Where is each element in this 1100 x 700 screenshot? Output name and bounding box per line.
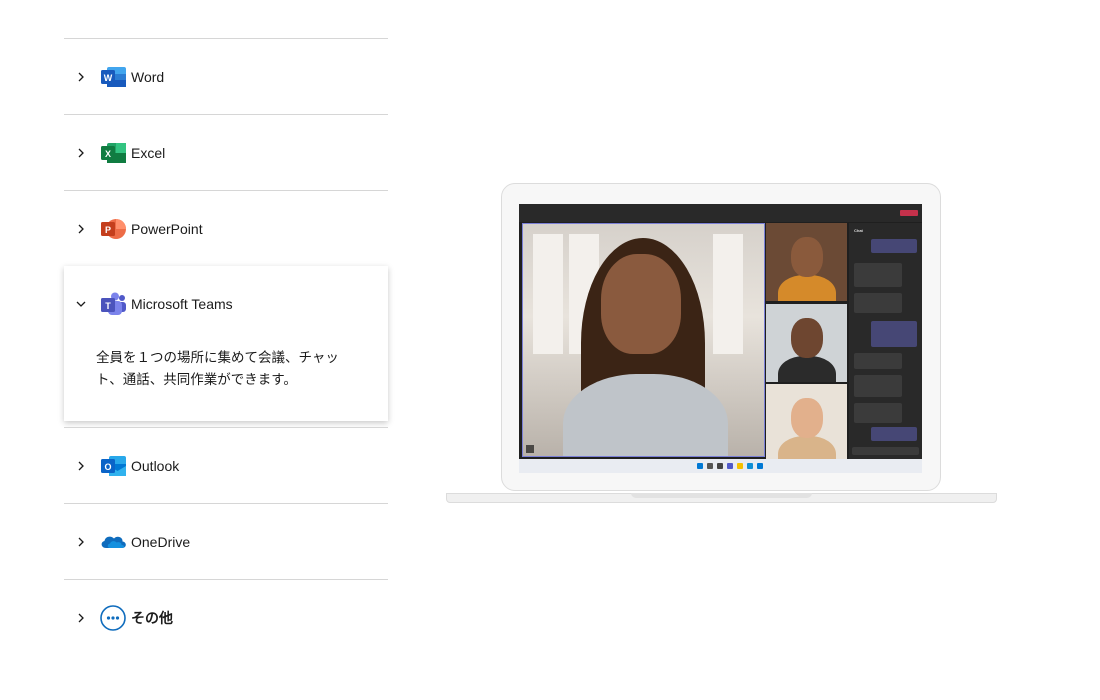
accordion-header-outlook[interactable]: O Outlook: [64, 428, 388, 503]
tile-body: [778, 275, 836, 301]
store-icon: [757, 463, 763, 469]
accordion-item-other[interactable]: その他: [64, 579, 388, 655]
leave-button: [900, 210, 918, 216]
chevron-right-icon: [64, 612, 98, 624]
tile-body: [778, 356, 836, 382]
laptop-illustration: Chat: [446, 183, 997, 505]
accordion-label-word: Word: [131, 68, 165, 85]
svg-text:W: W: [104, 73, 113, 83]
participant-tile: [766, 384, 847, 462]
svg-text:P: P: [105, 225, 111, 235]
chevron-right-icon: [64, 536, 98, 548]
edge-icon: [747, 463, 753, 469]
chat-bubble: [871, 239, 917, 253]
teams-taskbar-icon: [727, 463, 733, 469]
laptop-lid: Chat: [501, 183, 941, 491]
chat-bubble: [854, 375, 902, 397]
participant-tile: [766, 223, 847, 301]
chevron-right-icon: [64, 460, 98, 472]
accordion-label-powerpoint: PowerPoint: [131, 220, 203, 237]
taskview-icon: [717, 463, 723, 469]
accordion-item-powerpoint[interactable]: P PowerPoint: [64, 190, 388, 266]
chevron-right-icon: [64, 71, 98, 83]
accordion-header-word[interactable]: W Word: [64, 39, 388, 114]
excel-icon: X: [98, 138, 128, 168]
chevron-down-icon: [64, 298, 98, 310]
accordion-label-excel: Excel: [131, 144, 166, 161]
folder-icon: [737, 463, 743, 469]
chat-bubble: [871, 427, 917, 441]
accordion-label-other: その他: [131, 609, 173, 626]
outlook-icon: O: [98, 451, 128, 481]
accordion-header-teams[interactable]: T Microsoft Teams: [64, 266, 388, 341]
product-accordion: W Word X Excel P PowerPoint T Microsoft …: [64, 38, 388, 655]
chat-bubble: [854, 293, 902, 313]
participant-name-tag: [526, 445, 534, 453]
more-icon: [98, 603, 128, 633]
laptop-notch: [631, 493, 812, 498]
accordion-header-powerpoint[interactable]: P PowerPoint: [64, 191, 388, 266]
onedrive-icon: [98, 527, 128, 557]
chevron-right-icon: [64, 223, 98, 235]
person-body: [563, 374, 728, 456]
accordion-item-teams[interactable]: T Microsoft Teams 全員を１つの場所に集めて会議、チャット、通話…: [64, 266, 388, 421]
svg-text:X: X: [105, 149, 111, 159]
window-pane: [713, 234, 743, 354]
accordion-label-outlook: Outlook: [131, 457, 180, 474]
chat-bubble: [871, 321, 917, 347]
accordion-item-outlook[interactable]: O Outlook: [64, 427, 388, 503]
chat-bubble: [854, 403, 902, 423]
accordion-item-onedrive[interactable]: OneDrive: [64, 503, 388, 579]
svg-text:O: O: [104, 462, 111, 472]
accordion-item-excel[interactable]: X Excel: [64, 114, 388, 190]
teams-title-bar: [519, 204, 922, 222]
word-icon: W: [98, 62, 128, 92]
chevron-right-icon: [64, 147, 98, 159]
main-video-tile: [522, 223, 765, 457]
accordion-header-other[interactable]: その他: [64, 580, 388, 655]
accordion-label-onedrive: OneDrive: [131, 533, 191, 550]
chat-bubble: [854, 353, 902, 369]
accordion-body-teams: 全員を１つの場所に集めて会議、チャット、通話、共同作業ができます。: [96, 350, 339, 387]
accordion-header-onedrive[interactable]: OneDrive: [64, 504, 388, 579]
teams-icon: T: [98, 289, 128, 319]
accordion-item-word[interactable]: W Word: [64, 38, 388, 114]
chat-panel: Chat: [849, 223, 922, 459]
tile-face: [791, 398, 823, 438]
powerpoint-icon: P: [98, 214, 128, 244]
accordion-label-teams: Microsoft Teams: [131, 295, 233, 312]
teams-meeting-screenshot: Chat: [519, 204, 922, 473]
tile-face: [791, 237, 823, 277]
start-icon: [697, 463, 703, 469]
chat-compose-box: [852, 447, 919, 455]
chat-bubble: [854, 263, 902, 287]
person-face: [601, 254, 681, 354]
window-pane: [533, 234, 563, 354]
chat-title: Chat: [854, 228, 863, 233]
tile-face: [791, 318, 823, 358]
windows-taskbar: [519, 459, 922, 473]
search-icon: [707, 463, 713, 469]
accordion-header-excel[interactable]: X Excel: [64, 115, 388, 190]
svg-text:T: T: [105, 301, 111, 311]
participant-tile: [766, 304, 847, 382]
